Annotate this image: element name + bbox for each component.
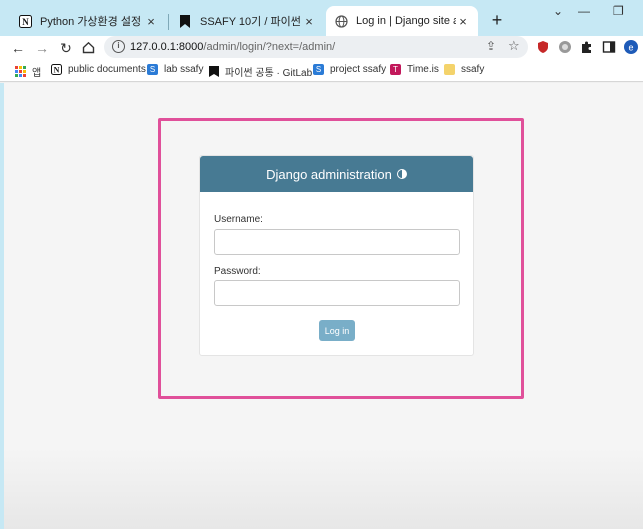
tab-title: Python 가상환경 설정 <box>40 16 142 28</box>
folder-icon <box>444 64 455 75</box>
address-bar[interactable]: i 127.0.0.1:8000/admin/login/?next=/admi… <box>104 36 528 58</box>
forward-icon[interactable]: → <box>33 39 51 57</box>
bookmark-label: public documents <box>68 64 146 75</box>
chevron-down-icon[interactable]: ⌄ <box>553 4 563 18</box>
extension-icon[interactable] <box>558 40 572 54</box>
svg-text:e: e <box>628 43 633 53</box>
tab-separator <box>168 14 169 30</box>
minimize-icon[interactable]: — <box>578 4 590 18</box>
bookmark-label: ssafy <box>461 64 485 75</box>
password-label: Password: <box>214 266 261 277</box>
bookmark-label: 앱 <box>32 68 42 79</box>
password-input[interactable] <box>214 280 460 306</box>
bookmark-label: 파이썬 공통 · GitLab <box>225 68 313 79</box>
bookmark-label: lab ssafy <box>164 64 204 75</box>
bookmark-ssafy-folder[interactable]: ssafy <box>444 64 484 75</box>
close-icon[interactable]: × <box>302 14 316 29</box>
svg-text:N: N <box>22 17 29 27</box>
share-icon[interactable]: ⇪ <box>486 39 496 53</box>
close-icon[interactable]: × <box>456 14 470 29</box>
site-info-icon[interactable]: i <box>112 40 125 53</box>
notion-icon: N <box>51 64 62 75</box>
star-icon[interactable]: ☆ <box>508 38 520 54</box>
bookmark-apps[interactable]: 앱 <box>15 64 41 79</box>
reload-icon[interactable]: ↻ <box>57 39 75 57</box>
puzzle-icon[interactable] <box>580 40 594 54</box>
site-title: Django administration <box>266 166 392 182</box>
bookmark-public-documents[interactable]: N public documents <box>51 64 146 75</box>
bookmark-project-ssafy[interactable]: S project ssafy <box>313 64 386 75</box>
side-panel-icon[interactable] <box>602 40 616 54</box>
apps-grid-icon <box>15 66 26 77</box>
bookmark-gitlab[interactable]: 파이썬 공통 · GitLab <box>208 64 312 79</box>
bookmark-label: project ssafy <box>330 64 387 75</box>
login-button[interactable]: Log in <box>319 320 355 341</box>
restore-icon[interactable]: ❐ <box>613 4 624 18</box>
doc-icon: S <box>313 64 324 75</box>
tab-title: Log in | Django site admin <box>356 15 456 27</box>
globe-icon <box>334 14 348 28</box>
notion-icon: N <box>18 14 32 28</box>
username-input[interactable] <box>214 229 460 255</box>
tab-django-admin[interactable]: Log in | Django site admin × <box>326 6 478 36</box>
close-icon[interactable]: × <box>144 14 158 29</box>
home-icon[interactable] <box>79 39 97 57</box>
browser-toolbar: ← → ↻ i 127.0.0.1:8000/admin/login/?next… <box>0 36 643 60</box>
tab-ssafy-gitlab[interactable]: SSAFY 10기 / 파이썬 공통 / ... × <box>170 6 324 36</box>
back-icon[interactable]: ← <box>9 39 27 57</box>
theme-toggle-icon[interactable] <box>396 169 407 179</box>
bookmark-label: Time.is <box>407 64 439 75</box>
svg-text:N: N <box>54 66 60 75</box>
url-text[interactable]: 127.0.0.1:8000/admin/login/?next=/admin/ <box>130 41 335 53</box>
tab-strip: N Python 가상환경 설정 × SSAFY 10기 / 파이썬 공통 / … <box>0 0 643 36</box>
doc-icon: S <box>147 64 158 75</box>
timeis-icon: T <box>390 64 401 75</box>
profile-avatar[interactable]: e <box>624 40 638 54</box>
username-label: Username: <box>214 214 263 225</box>
bookmark-icon <box>208 66 219 77</box>
new-tab-button[interactable]: + <box>488 10 506 31</box>
login-panel: Django administration Username: Password… <box>199 155 474 356</box>
tab-python-venv[interactable]: N Python 가상환경 설정 × <box>10 6 166 36</box>
login-header: Django administration <box>200 156 473 192</box>
bookmark-lab-ssafy[interactable]: S lab ssafy <box>147 64 203 75</box>
bookmarks-bar: 앱 N public documents S lab ssafy 파이썬 공통 … <box>0 60 643 82</box>
bookmark-time-is[interactable]: T Time.is <box>390 64 439 75</box>
shield-extension-icon[interactable] <box>536 40 550 54</box>
bookmark-icon <box>178 14 192 28</box>
tab-title: SSAFY 10기 / 파이썬 공통 / ... <box>200 16 302 28</box>
